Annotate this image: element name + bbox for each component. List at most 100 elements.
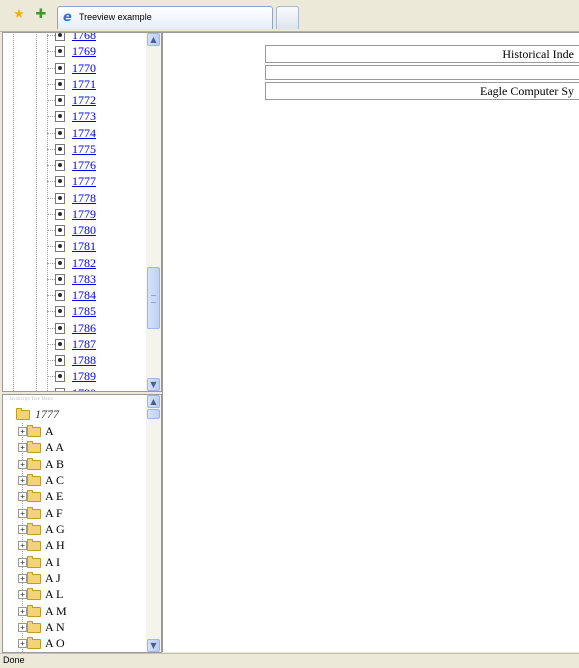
- scroll-up-arrow-icon[interactable]: ▲: [147, 395, 160, 408]
- year-link[interactable]: 1784: [72, 288, 96, 302]
- content-cell: Eagle Computer Sy: [265, 82, 579, 100]
- year-item: 1785: [3, 303, 146, 319]
- status-bar: Done: [0, 653, 579, 668]
- folder-icon: [27, 604, 41, 617]
- year-link[interactable]: 1780: [72, 223, 96, 237]
- expand-plus-icon[interactable]: +: [18, 476, 27, 486]
- folder-icon: [27, 555, 41, 568]
- expand-plus-icon[interactable]: +: [18, 541, 27, 551]
- year-link[interactable]: 1781: [72, 239, 96, 253]
- letter-tree: + A + A A + A B + A C + A E + A F + A G + A H + A I + A J + A…: [3, 423, 146, 652]
- tree-folder-item[interactable]: + A F: [3, 505, 146, 521]
- page-icon: [55, 176, 65, 188]
- scroll-down-arrow-icon[interactable]: ▼: [147, 639, 160, 652]
- page-icon: [55, 290, 65, 301]
- year-link[interactable]: 1769: [72, 44, 96, 58]
- year-link[interactable]: 1776: [72, 158, 96, 172]
- year-link[interactable]: 1783: [72, 272, 96, 286]
- scroll-thumb[interactable]: [147, 409, 160, 419]
- year-item: 1770: [3, 60, 146, 76]
- scroll-thumb[interactable]: [147, 267, 160, 329]
- page-icon: [55, 387, 65, 391]
- tab-title: Treeview example: [79, 12, 152, 22]
- scroll-down-arrow-icon[interactable]: ▼: [147, 378, 160, 391]
- expand-plus-icon[interactable]: +: [18, 525, 27, 535]
- folder-icon: [27, 506, 41, 519]
- expand-plus-icon[interactable]: +: [18, 606, 27, 616]
- tree-folder-item[interactable]: + A J: [3, 570, 146, 586]
- tree-folder-item[interactable]: + A B: [3, 456, 146, 472]
- tree-folder-item[interactable]: + A H: [3, 537, 146, 553]
- folder-label: A G: [45, 522, 65, 537]
- year-item: 1784: [3, 287, 146, 303]
- page-icon: [55, 33, 65, 41]
- year-item: 1775: [3, 141, 146, 157]
- favorites-star-icon[interactable]: ★: [12, 8, 26, 22]
- expand-plus-icon[interactable]: +: [18, 459, 27, 469]
- tree-folder-item[interactable]: + A: [3, 423, 146, 439]
- year-item: 1781: [3, 238, 146, 254]
- page-icon: [55, 241, 65, 253]
- year-link[interactable]: 1777: [72, 174, 96, 188]
- year-tree-scrollbar[interactable]: ▲ ▼: [146, 33, 161, 391]
- tree-folder-item[interactable]: + A I: [3, 554, 146, 570]
- expand-plus-icon[interactable]: +: [18, 427, 27, 436]
- tree-menu-caption: JavaScript Tree Menu: [9, 397, 53, 402]
- year-link[interactable]: 1773: [72, 109, 96, 123]
- tree-folder-item[interactable]: + A M: [3, 603, 146, 619]
- page-icon: [55, 46, 65, 58]
- tree-folder-item[interactable]: + A O: [3, 635, 146, 651]
- expand-plus-icon[interactable]: +: [18, 492, 27, 502]
- year-link[interactable]: 1788: [72, 353, 96, 367]
- page-icon: [55, 127, 65, 139]
- year-item: 1782: [3, 255, 146, 271]
- year-link[interactable]: 1787: [72, 337, 96, 351]
- browser-tab[interactable]: e Treeview example: [57, 6, 273, 29]
- year-item: 1790: [3, 385, 146, 392]
- folder-icon: [27, 425, 41, 437]
- year-item: 1774: [3, 125, 146, 141]
- year-link[interactable]: 1778: [72, 191, 96, 205]
- page-icon: [55, 306, 65, 318]
- year-link[interactable]: 1789: [72, 369, 96, 383]
- tree-folder-item[interactable]: + A L: [3, 586, 146, 602]
- expand-plus-icon[interactable]: +: [18, 623, 27, 633]
- year-link[interactable]: 1782: [72, 256, 96, 270]
- tree-folder-item[interactable]: + A A: [3, 439, 146, 455]
- year-link[interactable]: 1774: [72, 126, 96, 140]
- content-table: Historical Inde Eagle Computer Sy: [265, 45, 579, 102]
- tree-folder-item[interactable]: + A G: [3, 521, 146, 537]
- content-cell: [265, 65, 579, 80]
- scroll-up-arrow-icon[interactable]: ▲: [147, 33, 160, 46]
- year-link[interactable]: 1786: [72, 321, 96, 335]
- year-link[interactable]: 1775: [72, 142, 96, 156]
- expand-plus-icon[interactable]: +: [18, 443, 27, 453]
- expand-plus-icon[interactable]: +: [18, 639, 27, 649]
- add-to-favorites-icon[interactable]: ✚: [34, 8, 48, 22]
- expand-plus-icon[interactable]: +: [18, 508, 27, 518]
- tree-folder-item[interactable]: + A N: [3, 619, 146, 635]
- year-link[interactable]: 1772: [72, 93, 96, 107]
- new-tab-button[interactable]: [276, 6, 299, 29]
- expand-plus-icon[interactable]: +: [18, 574, 27, 584]
- year-item: 1773: [3, 108, 146, 124]
- tree-folder-item[interactable]: + A E: [3, 488, 146, 504]
- tree-folder-item[interactable]: + A C: [3, 472, 146, 488]
- year-link[interactable]: 1779: [72, 207, 96, 221]
- ie-logo-icon: e: [63, 10, 72, 25]
- folder-icon: [27, 474, 41, 487]
- folder-label: A: [45, 424, 54, 438]
- year-link[interactable]: 1785: [72, 304, 96, 318]
- year-link[interactable]: 1771: [72, 77, 96, 91]
- year-link[interactable]: 1790: [72, 386, 96, 392]
- letter-tree-scrollbar[interactable]: ▲ ▼: [146, 395, 161, 652]
- year-link[interactable]: 1768: [72, 33, 96, 42]
- page-icon: [55, 322, 65, 334]
- year-item: 1771: [3, 76, 146, 92]
- folder-icon: [27, 588, 41, 601]
- year-link[interactable]: 1770: [72, 61, 96, 75]
- year-item: 1783: [3, 271, 146, 287]
- expand-plus-icon[interactable]: +: [18, 557, 27, 567]
- folder-label: A F: [45, 505, 63, 520]
- expand-plus-icon[interactable]: +: [18, 590, 27, 600]
